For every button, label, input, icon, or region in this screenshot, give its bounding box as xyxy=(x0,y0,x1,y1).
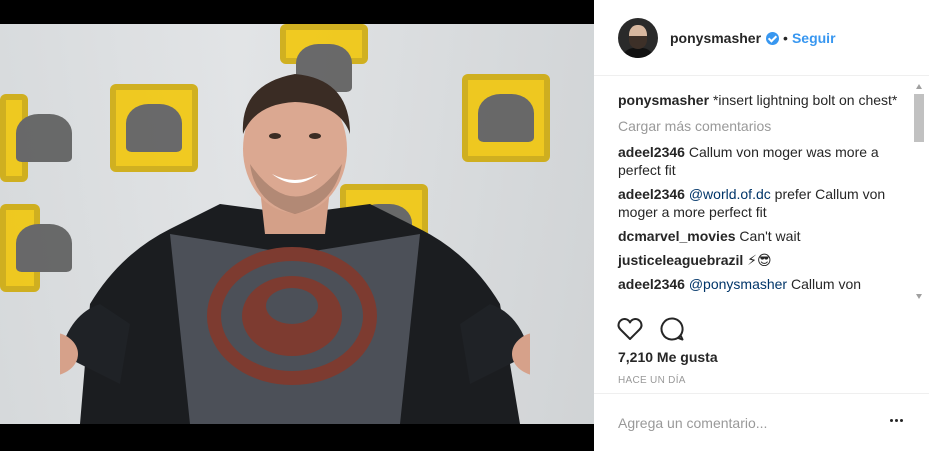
comment-mention[interactable]: @ponysmasher xyxy=(689,276,787,292)
list-item: dcmarvel_movies Can't wait xyxy=(618,227,902,245)
post-header: ponysmasher • Seguir xyxy=(594,0,929,76)
comment-text: Can't wait xyxy=(739,228,801,244)
comment-username[interactable]: dcmarvel_movies xyxy=(618,228,736,244)
list-item: adeel2346 @world.of.dc prefer Callum von… xyxy=(618,185,902,221)
comment-input[interactable] xyxy=(618,412,868,434)
backdrop-logo xyxy=(0,94,72,182)
comment-username[interactable]: adeel2346 xyxy=(618,144,685,160)
more-options-icon[interactable] xyxy=(890,419,903,422)
scrollbar-thumb[interactable] xyxy=(914,94,924,142)
caption-text: *insert lightning bolt on chest* xyxy=(712,92,898,108)
comment-username[interactable]: adeel2346 xyxy=(618,276,685,292)
caption: ponysmasher *insert lightning bolt on ch… xyxy=(618,91,902,109)
comment-mention[interactable]: @world.of.dc xyxy=(689,186,771,202)
author-username[interactable]: ponysmasher xyxy=(670,30,761,46)
like-count[interactable]: 7,210 Me gusta xyxy=(618,349,718,365)
comment-username[interactable]: justiceleaguebrazil xyxy=(618,252,743,268)
comments-list[interactable]: ponysmasher *insert lightning bolt on ch… xyxy=(594,77,929,303)
comment-text: Callum von xyxy=(791,276,862,292)
scroll-up-icon[interactable] xyxy=(916,84,922,89)
load-more-comments[interactable]: Cargar más comentarios xyxy=(618,117,902,135)
post-media xyxy=(0,0,594,451)
scroll-down-icon[interactable] xyxy=(916,294,922,299)
comment-text: ⚡😎 xyxy=(747,252,772,268)
post-actions xyxy=(616,315,700,343)
list-item: adeel2346 @ponysmasher Callum von xyxy=(618,275,902,293)
post-timestamp[interactable]: HACE UN DÍA xyxy=(618,375,686,386)
post-side-panel: ponysmasher • Seguir ponysmasher *insert… xyxy=(594,0,929,451)
list-item: adeel2346 Callum von moger was more a pe… xyxy=(618,143,902,179)
caption-username[interactable]: ponysmasher xyxy=(618,92,709,108)
author-avatar[interactable] xyxy=(618,17,658,58)
verified-icon xyxy=(766,32,780,45)
separator-dot: • xyxy=(783,29,788,46)
comment-username[interactable]: adeel2346 xyxy=(618,186,685,202)
add-comment-section xyxy=(594,393,929,451)
list-item: justiceleaguebrazil ⚡😎 xyxy=(618,251,902,269)
person-figure xyxy=(60,74,530,424)
comment-icon[interactable] xyxy=(658,315,686,343)
post-photo[interactable] xyxy=(0,24,594,424)
comments-scrollbar[interactable] xyxy=(913,80,925,303)
heart-icon[interactable] xyxy=(616,315,644,343)
backdrop-logo xyxy=(0,204,72,292)
follow-button[interactable]: Seguir xyxy=(792,30,836,46)
